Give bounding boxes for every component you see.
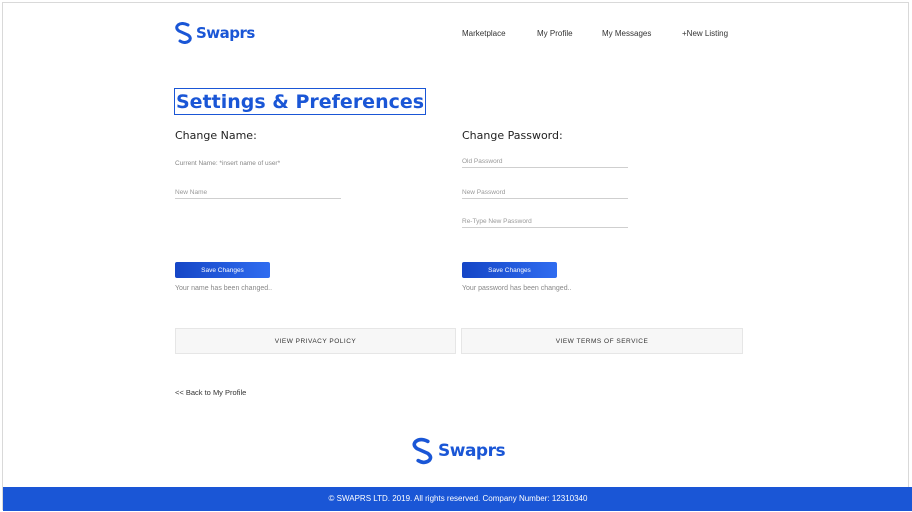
page-frame xyxy=(2,2,909,510)
current-name-text: Current Name: *insert name of user* xyxy=(175,160,281,167)
privacy-policy-button[interactable]: VIEW PRIVACY POLICY xyxy=(175,328,456,354)
save-name-button[interactable]: Save Changes xyxy=(175,262,270,278)
name-status-text: Your name has been changed.. xyxy=(175,285,273,292)
logo-text: Swaprs xyxy=(196,24,255,42)
nav-new-listing[interactable]: +New Listing xyxy=(682,29,728,38)
old-password-input[interactable] xyxy=(462,156,628,168)
change-password-heading: Change Password: xyxy=(462,129,563,142)
page-title: Settings & Preferences xyxy=(174,88,427,115)
footer-bar: © SWAPRS LTD. 2019. All rights reserved.… xyxy=(3,487,912,511)
save-password-button[interactable]: Save Changes xyxy=(462,262,557,278)
password-status-text: Your password has been changed.. xyxy=(462,285,572,292)
swaprs-logo-icon xyxy=(175,22,192,44)
header-logo[interactable]: Swaprs xyxy=(174,22,255,44)
footer-logo: Swaprs xyxy=(411,436,506,466)
new-password-input[interactable] xyxy=(462,187,628,199)
footer-logo-text: Swaprs xyxy=(438,441,506,461)
nav-my-profile[interactable]: My Profile xyxy=(537,29,573,38)
retype-password-input[interactable] xyxy=(462,216,628,228)
nav-marketplace[interactable]: Marketplace xyxy=(462,29,506,38)
change-name-heading: Change Name: xyxy=(175,129,257,142)
terms-of-service-button[interactable]: VIEW TERMS OF SERVICE xyxy=(461,328,743,354)
new-name-input[interactable] xyxy=(175,187,341,199)
page-title-text: Settings & Preferences xyxy=(176,90,425,113)
nav-my-messages[interactable]: My Messages xyxy=(602,29,651,38)
swaprs-logo-icon xyxy=(412,437,433,465)
copyright-text: © SWAPRS LTD. 2019. All rights reserved.… xyxy=(328,494,588,503)
back-to-profile-link[interactable]: << Back to My Profile xyxy=(175,388,246,397)
